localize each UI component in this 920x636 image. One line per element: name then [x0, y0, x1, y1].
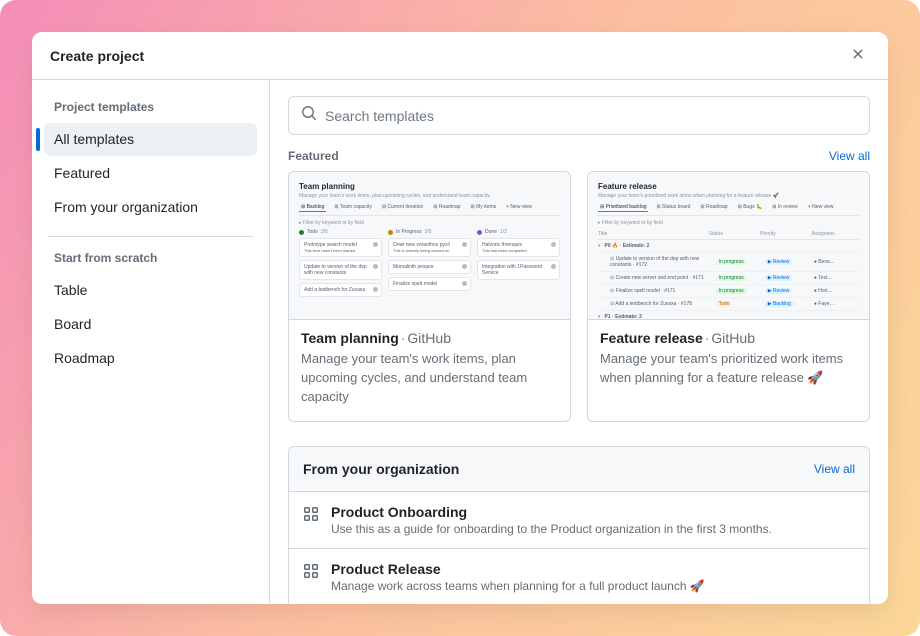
org-view-all-link[interactable]: View all — [814, 462, 855, 476]
sidebar-item-board[interactable]: Board — [44, 308, 257, 341]
create-project-modal: Create project Project templates All tem… — [32, 32, 888, 604]
sidebar-item-from-org[interactable]: From your organization — [44, 191, 257, 224]
main-panel: Featured View all Team planning Manage y… — [270, 80, 888, 604]
sidebar-item-roadmap[interactable]: Roadmap — [44, 342, 257, 375]
sidebar-templates-heading: Project templates — [44, 96, 257, 122]
org-template-title: Product Onboarding — [331, 504, 772, 520]
featured-card-feature-release[interactable]: Feature release Manage your team's prior… — [587, 171, 870, 422]
search-box[interactable] — [288, 96, 870, 135]
featured-view-all-link[interactable]: View all — [829, 149, 870, 163]
sidebar-item-all-templates[interactable]: All templates — [44, 123, 257, 156]
modal-header: Create project — [32, 32, 888, 80]
close-button[interactable] — [844, 40, 872, 71]
featured-card-title: Feature release·GitHub — [600, 330, 857, 346]
sidebar-scratch-heading: Start from scratch — [44, 247, 257, 273]
featured-card-description: Manage your team's work items, plan upco… — [301, 350, 558, 407]
featured-section-header: Featured View all — [288, 149, 870, 163]
modal-title: Create project — [50, 48, 144, 64]
search-input[interactable] — [325, 108, 857, 124]
sidebar-item-table[interactable]: Table — [44, 274, 257, 307]
featured-card-title: Team planning·GitHub — [301, 330, 558, 346]
featured-heading: Featured — [288, 149, 339, 163]
org-template-description: Use this as a guide for onboarding to th… — [331, 522, 772, 536]
project-template-icon — [303, 563, 319, 584]
sidebar-separator — [48, 236, 253, 237]
featured-card-team-planning[interactable]: Team planning Manage your team's work it… — [288, 171, 571, 422]
featured-preview: Feature release Manage your team's prior… — [588, 172, 869, 320]
project-template-icon — [303, 506, 319, 527]
featured-card-description: Manage your team's prioritized work item… — [600, 350, 857, 388]
featured-preview: Team planning Manage your team's work it… — [289, 172, 570, 320]
org-templates-box: From your organization View all Product … — [288, 446, 870, 604]
search-icon — [301, 105, 317, 126]
org-template-item[interactable]: Product Release Manage work across teams… — [289, 549, 869, 604]
close-icon — [850, 46, 866, 65]
org-template-title: Product Release — [331, 561, 705, 577]
org-templates-heading: From your organization — [303, 461, 459, 477]
org-template-item[interactable]: Product Onboarding Use this as a guide f… — [289, 492, 869, 549]
org-template-description: Manage work across teams when planning f… — [331, 579, 705, 593]
sidebar: Project templates All templates Featured… — [32, 80, 270, 604]
sidebar-item-featured[interactable]: Featured — [44, 157, 257, 190]
org-templates-header: From your organization View all — [289, 447, 869, 492]
